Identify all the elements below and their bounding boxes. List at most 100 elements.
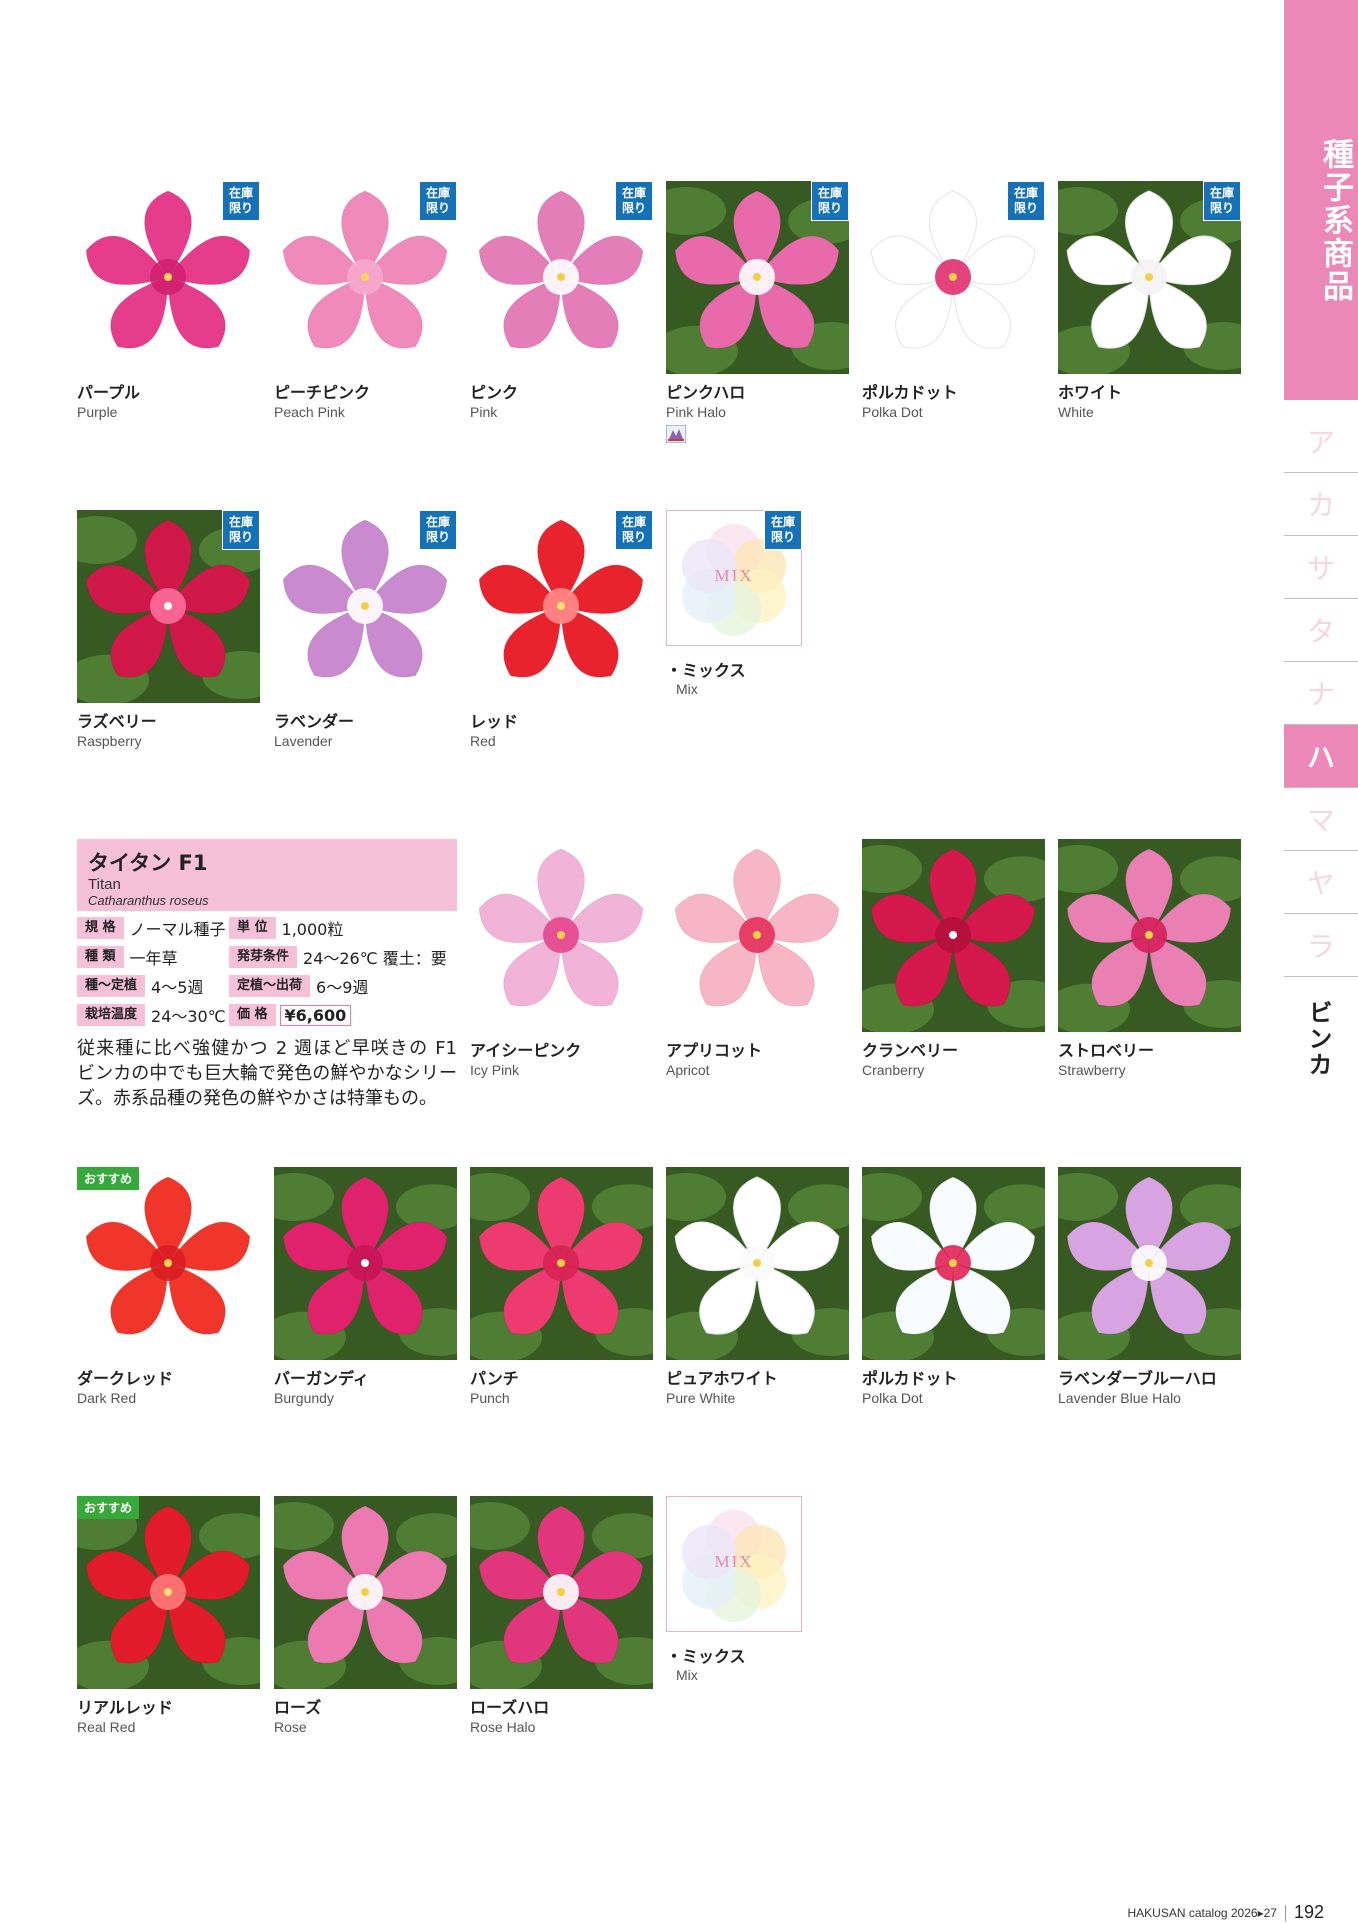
flower-photo — [470, 1167, 653, 1360]
variety-card[interactable]: ローズ Rose — [274, 1496, 459, 1735]
mix-card[interactable]: MIX ・ミックス Mix — [666, 1496, 806, 1683]
variety-name-en: Cranberry — [862, 1062, 925, 1078]
flower-photo: 在庫 限り — [862, 181, 1045, 374]
variety-card[interactable]: 在庫 限り レッド Red — [470, 510, 655, 749]
spec-value: 一年草 — [129, 949, 178, 968]
variety-card[interactable]: クランベリー Cranberry — [862, 839, 1047, 1078]
variety-name-en: Burgundy — [274, 1390, 334, 1406]
variety-name-ja: ピュアホワイト — [666, 1369, 778, 1388]
variety-card[interactable]: 在庫 限りラベンダー Lavender — [274, 510, 459, 749]
spec-seed-to-planting: 種〜定植 4〜5週 — [77, 975, 203, 997]
series-english-name: Titan — [88, 876, 121, 893]
flower-graphic — [470, 1502, 653, 1689]
variety-card[interactable]: 在庫 限り ラズベリー Raspberry — [77, 510, 262, 749]
flower-graphic — [862, 845, 1045, 1032]
current-category-label: ビンカ — [1304, 1000, 1332, 1078]
flower-graphic — [666, 1173, 849, 1360]
flower-photo — [274, 1496, 457, 1689]
series-title: タイタン F1 — [88, 851, 208, 875]
price-value: ¥6,600 — [279, 1004, 352, 1026]
variety-name-en: Polka Dot — [862, 1390, 923, 1406]
variety-card[interactable]: ピュアホワイト Pure White — [666, 1167, 851, 1406]
variety-card[interactable]: ポルカドット Polka Dot — [862, 1167, 1047, 1406]
spec-value: 4〜5週 — [151, 978, 204, 997]
kana-tab[interactable]: カ — [1284, 473, 1358, 536]
variety-card[interactable]: ラベンダーブルーハロ Lavender Blue Halo — [1058, 1167, 1243, 1406]
category-tab[interactable]: 種子系商品 — [1284, 0, 1358, 400]
variety-name-ja: ラベンダーブルーハロ — [1058, 1369, 1217, 1388]
variety-name-ja: アプリコット — [666, 1041, 763, 1060]
spec-value: ノーマル種子 — [129, 920, 226, 939]
variety-card[interactable]: アプリコット Apricot — [666, 839, 851, 1078]
flower-graphic — [1058, 845, 1241, 1032]
flower-photo — [470, 839, 653, 1032]
variety-name-ja: クランベリー — [862, 1041, 959, 1060]
stock-limited-badge: 在庫 限り — [615, 181, 653, 221]
flower-graphic — [470, 1173, 653, 1360]
stock-limited-badge: 在庫 限り — [222, 181, 260, 221]
variety-name-ja: ホワイト — [1058, 383, 1123, 402]
kana-tab[interactable]: サ — [1284, 536, 1358, 599]
variety-name-ja: ピンクハロ — [666, 383, 746, 402]
stock-limited-badge: 在庫 限り — [615, 510, 653, 550]
variety-name-ja: ポルカドット — [862, 1369, 958, 1388]
recommended-badge: おすすめ — [77, 1496, 140, 1519]
kana-tab[interactable]: タ — [1284, 599, 1358, 662]
flower-photo — [1058, 1167, 1241, 1360]
flower-photo: 在庫 限り — [77, 181, 260, 374]
variety-name-en: Dark Red — [77, 1390, 137, 1406]
spec-price: 価 格 ¥6,600 — [229, 1004, 352, 1026]
variety-card[interactable]: 在庫 限り ポルカドット Polka Dot — [862, 181, 1047, 420]
flower-photo: おすすめ — [77, 1496, 260, 1689]
variety-name-en: Lavender — [274, 733, 333, 749]
variety-name-en: Pink — [470, 404, 498, 420]
spec-label: 定植〜出荷 — [229, 975, 311, 997]
stock-limited-badge: 在庫 限り — [1203, 181, 1241, 221]
variety-name-ja: パープル — [77, 383, 141, 402]
variety-card[interactable]: 在庫 限りピンク Pink — [470, 181, 655, 420]
spec-label: 種〜定植 — [77, 975, 146, 997]
catalog-name: HAKUSAN catalog 2026▸27 — [1127, 1905, 1277, 1920]
mix-card[interactable]: MIX 在庫 限り ・ミックス Mix — [666, 510, 806, 697]
spec-label: 種 類 — [77, 946, 124, 968]
variety-card[interactable]: ストロベリー Strawberry — [1058, 839, 1243, 1078]
variety-name-ja: ラベンダー — [274, 712, 355, 731]
kana-tab[interactable]: ハ — [1284, 725, 1358, 788]
flower-photo: 在庫 限り — [666, 181, 849, 374]
mix-graphic: MIX — [666, 1496, 802, 1632]
variety-card[interactable]: おすすめ リアルレッド Real Red — [77, 1496, 262, 1735]
variety-card[interactable]: 在庫 限り ピーチピンク Peach Pink — [274, 181, 459, 420]
spec-label: 単 位 — [229, 917, 276, 939]
variety-card[interactable]: おすすめ ダークレッド Dark Red — [77, 1167, 262, 1406]
stock-limited-badge: 在庫 限り — [1007, 181, 1045, 221]
flower-photo — [274, 1167, 457, 1360]
kana-tab[interactable]: ナ — [1284, 662, 1358, 725]
kana-tab[interactable]: マ — [1284, 788, 1358, 851]
variety-name-ja: ピンク — [470, 383, 519, 402]
variety-card[interactable]: バーガンディ Burgundy — [274, 1167, 459, 1406]
kana-tab[interactable]: ヤ — [1284, 851, 1358, 914]
variety-card[interactable]: パンチ Punch — [470, 1167, 655, 1406]
variety-name-en: Polka Dot — [862, 404, 923, 420]
flower-photo — [470, 1496, 653, 1689]
variety-name-ja: ピーチピンク — [274, 383, 371, 402]
flower-photo: おすすめ — [77, 1167, 260, 1360]
flower-photo: 在庫 限り — [1058, 181, 1241, 374]
variety-name-en: Mix — [676, 681, 698, 697]
variety-card[interactable]: ローズハロ Rose Halo — [470, 1496, 655, 1735]
variety-card[interactable]: アイシーピンク Icy Pink — [470, 839, 655, 1078]
stock-limited-badge: 在庫 限り — [811, 181, 849, 221]
kana-tab[interactable]: ア — [1284, 410, 1358, 473]
flower-photo: 在庫 限り — [470, 181, 653, 374]
variety-card[interactable]: 在庫 限り パープル Purple — [77, 181, 262, 420]
spec-type: 種 類 一年草 — [77, 946, 178, 968]
spec-label: 発芽条件 — [229, 946, 298, 968]
variety-card[interactable]: 在庫 限り ピンクハロ Pink Halo — [666, 181, 851, 443]
flower-graphic — [77, 1502, 260, 1689]
flower-graphic — [274, 1173, 457, 1360]
variety-card[interactable]: 在庫 限り ホワイト White — [1058, 181, 1243, 420]
kana-tab[interactable]: ラ — [1284, 914, 1358, 977]
variety-name-ja: ローズ — [274, 1698, 322, 1717]
flower-photo: 在庫 限り — [274, 510, 457, 703]
spec-label: 規 格 — [77, 917, 124, 939]
